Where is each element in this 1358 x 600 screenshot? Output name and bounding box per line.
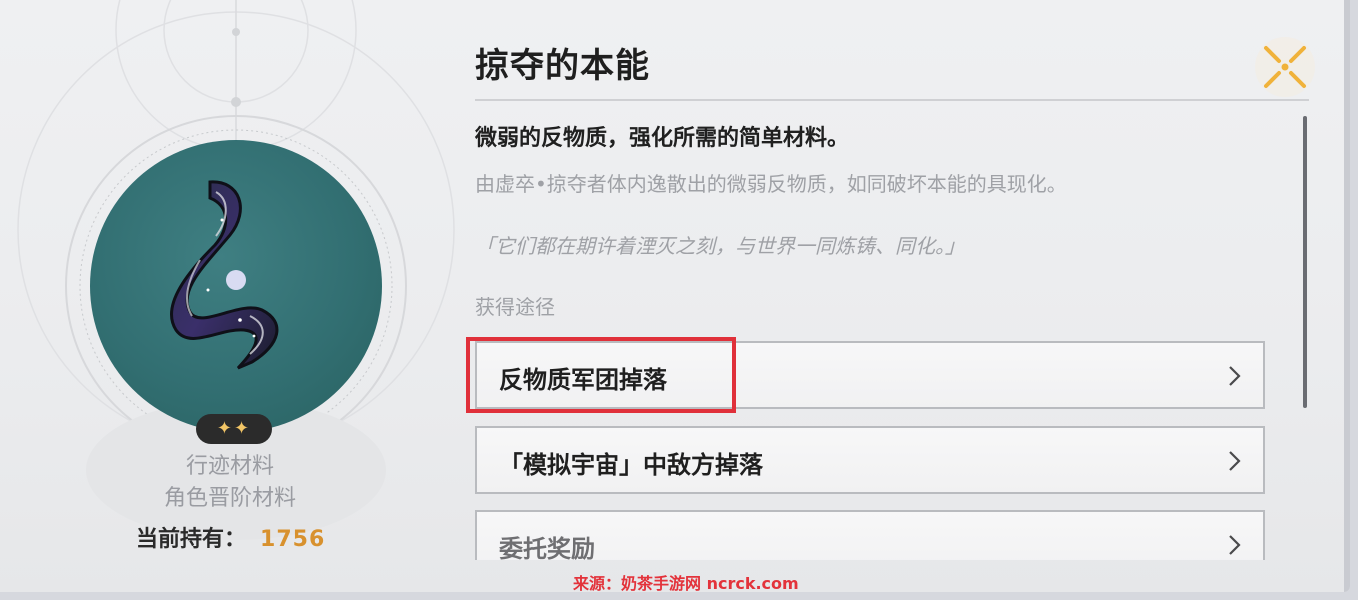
source-button-commission-reward[interactable]: 委托奖励 [475,510,1265,560]
item-detail-window: ✦✦ 行迹材料 角色晋阶材料 当前持有： 1756 掠夺的本能 微弱的反物质，强化… [0,0,1350,592]
owned-count: 1756 [260,527,326,552]
item-description-summary: 微弱的反物质，强化所需的简单材料。 [475,126,850,151]
sources-heading: 获得途径 [475,295,555,319]
item-type-secondary: 角色晋阶材料 [163,486,296,511]
item-description-detail: 由虚卒•掠夺者体内逸散出的微弱反物质，如同破坏本能的具现化。 [475,172,1067,196]
item-type-primary: 行迹材料 [185,454,274,479]
item-icon-frame [90,140,382,432]
watermark-text: 来源：奶茶手游网 ncrck.com [573,574,799,593]
close-x-icon [1255,37,1315,97]
rarity-badge: ✦✦ [196,414,272,444]
source-label: 反物质军团掉落 [499,366,667,394]
chevron-right-icon [1229,451,1241,471]
source-button-antimatter-legion[interactable]: 反物质军团掉落 [475,341,1265,409]
detail-scroll-area[interactable]: 微弱的反物质，强化所需的简单材料。 由虚卒•掠夺者体内逸散出的微弱反物质，如同破… [475,108,1295,560]
close-button[interactable] [1252,34,1318,100]
owned-count-row: 当前持有： 1756 [136,521,325,553]
antimatter-ribbon-icon [170,180,279,370]
chevron-right-icon [1229,366,1241,386]
scrollbar-thumb[interactable] [1303,116,1307,408]
item-preview-panel: ✦✦ 行迹材料 角色晋阶材料 当前持有： 1756 [0,0,460,592]
owned-label: 当前持有： [136,527,247,552]
title-divider [475,99,1309,101]
item-flavor-quote: 「它们都在期许着湮灭之刻，与世界一同炼铸、同化。」 [475,234,965,258]
source-label: 「模拟宇宙」中敌方掉落 [499,451,763,479]
chevron-right-icon [1229,535,1241,555]
source-label: 委托奖励 [499,535,595,560]
item-title: 掠夺的本能 [475,46,650,86]
source-button-simulated-universe[interactable]: 「模拟宇宙」中敌方掉落 [475,426,1265,494]
